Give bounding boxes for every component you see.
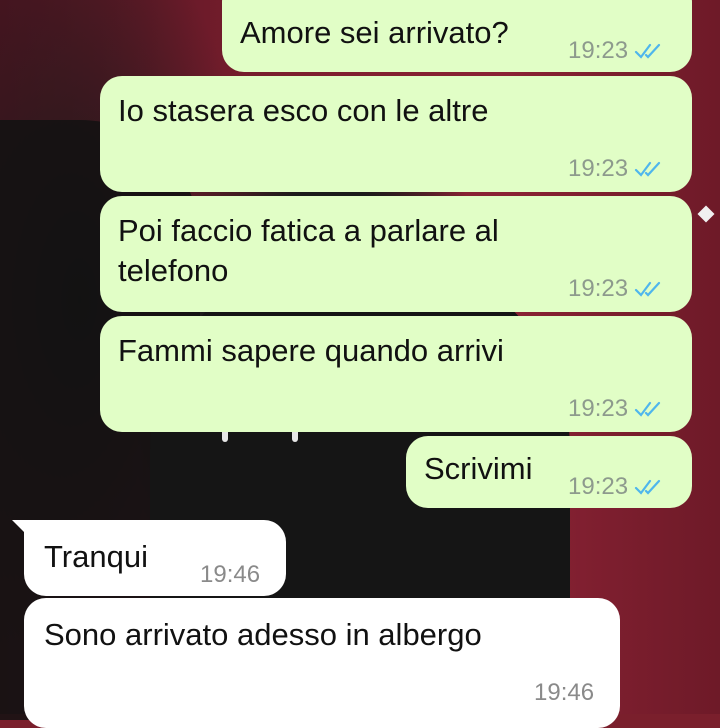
message-meta: 19:46 (534, 674, 594, 712)
message-bubble-outgoing[interactable]: Fammi sapere quando arrivi 19:23 (100, 316, 692, 432)
message-bubble-outgoing[interactable]: Scrivimi 19:23 (406, 436, 692, 508)
message-bubble-outgoing[interactable]: Io stasera esco con le altre 19:23 (100, 76, 692, 192)
message-meta: 19:23 (568, 270, 664, 308)
message-text-line: telefono (118, 253, 229, 288)
message-meta: 19:23 (568, 32, 664, 70)
message-text: Amore sei arrivato? (240, 15, 509, 50)
message-text: Sono arrivato adesso in albergo (44, 617, 482, 652)
message-meta: 19:23 (568, 468, 664, 506)
message-time: 19:23 (568, 275, 629, 302)
message-meta: 19:23 (568, 390, 664, 428)
message-time: 19:23 (568, 37, 629, 64)
message-text-line: Poi faccio fatica a parlare al (118, 213, 499, 248)
message-time: 19:46 (200, 561, 261, 588)
message-bubble-incoming[interactable]: Tranqui 19:46 (12, 520, 286, 596)
message-time: 19:23 (568, 395, 629, 422)
message-meta: 19:46 (200, 556, 260, 594)
message-time: 19:46 (534, 679, 595, 706)
message-meta: 19:23 (568, 150, 664, 188)
message-bubble-incoming[interactable]: Sono arrivato adesso in albergo 19:46 (24, 598, 620, 728)
message-text: Tranqui (44, 539, 148, 574)
message-text: Scrivimi (424, 451, 533, 486)
message-bubble-outgoing[interactable]: Amore sei arrivato? 19:23 (222, 0, 692, 72)
double-check-icon (634, 479, 661, 495)
bubble-tail (12, 520, 30, 538)
double-check-icon (634, 43, 661, 59)
message-text: Io stasera esco con le altre (118, 93, 489, 128)
message-time: 19:23 (568, 473, 629, 500)
message-bubble-outgoing[interactable]: Poi faccio fatica a parlare al telefono … (100, 196, 692, 312)
double-check-icon (634, 401, 661, 417)
double-check-icon (634, 281, 661, 297)
double-check-icon (634, 161, 661, 177)
message-text: Fammi sapere quando arrivi (118, 333, 504, 368)
message-time: 19:23 (568, 155, 629, 182)
